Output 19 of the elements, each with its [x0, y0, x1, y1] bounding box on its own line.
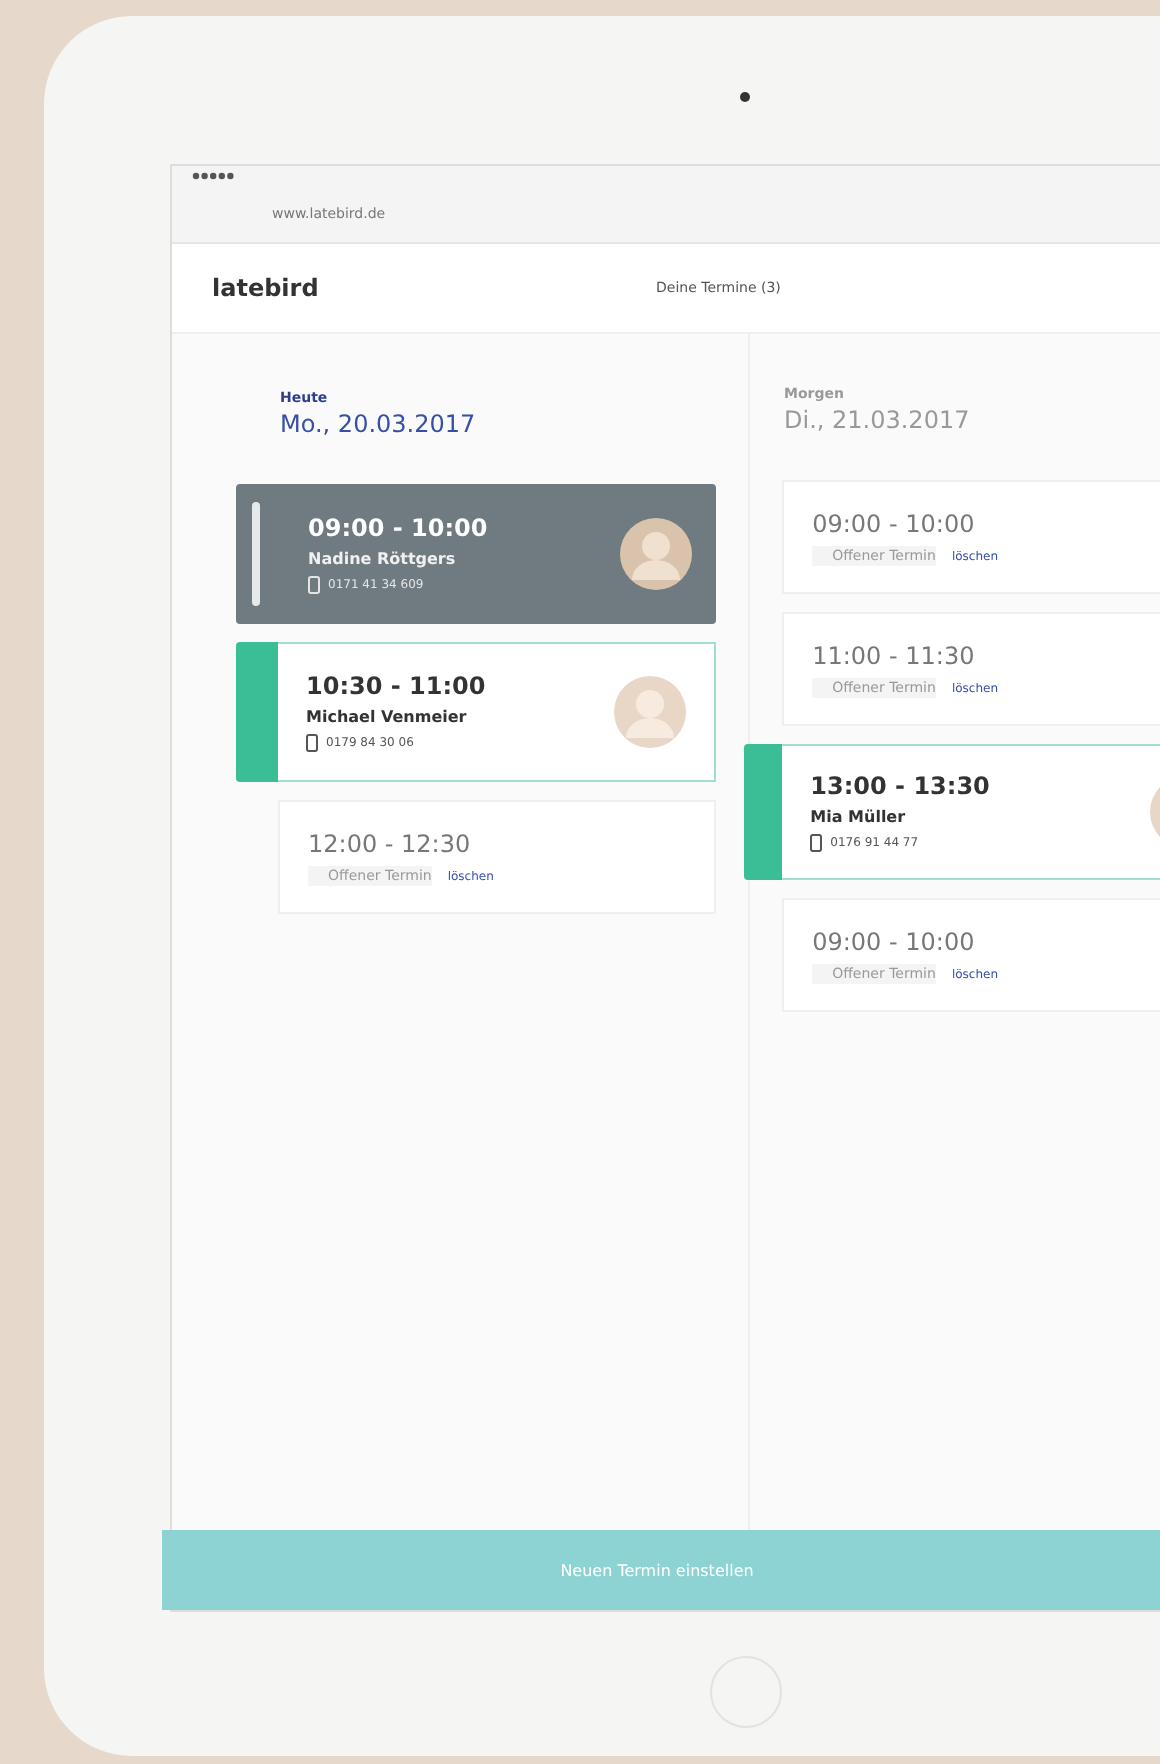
client-name: Nadine Röttgers — [308, 550, 458, 568]
avatar-icon — [614, 676, 686, 748]
appointment-time: 10:30 - 11:00 — [306, 672, 488, 700]
client-name: Mia Müller — [810, 808, 908, 826]
camera-icon — [740, 92, 750, 102]
client-name: Michael Venmeier — [306, 708, 469, 726]
avatar-icon — [620, 518, 692, 590]
appointment-time: 09:00 - 10:00 — [308, 514, 490, 542]
appointment-time: 11:00 - 11:30 — [812, 641, 977, 669]
appointment-time: 09:00 - 10:00 — [812, 509, 977, 537]
signal-icon — [192, 172, 236, 180]
appointment-time: 09:00 - 10:00 — [812, 927, 977, 955]
phone-icon — [308, 576, 320, 594]
day-date[interactable]: Mo., 20.03.2017 — [280, 410, 748, 438]
appointment-time: 12:00 - 12:30 — [308, 829, 473, 857]
phone-icon — [810, 834, 823, 852]
appointment-time: 13:00 - 13:30 — [810, 772, 992, 800]
phone-icon — [306, 734, 318, 752]
logo[interactable]: latebird — [212, 274, 656, 302]
